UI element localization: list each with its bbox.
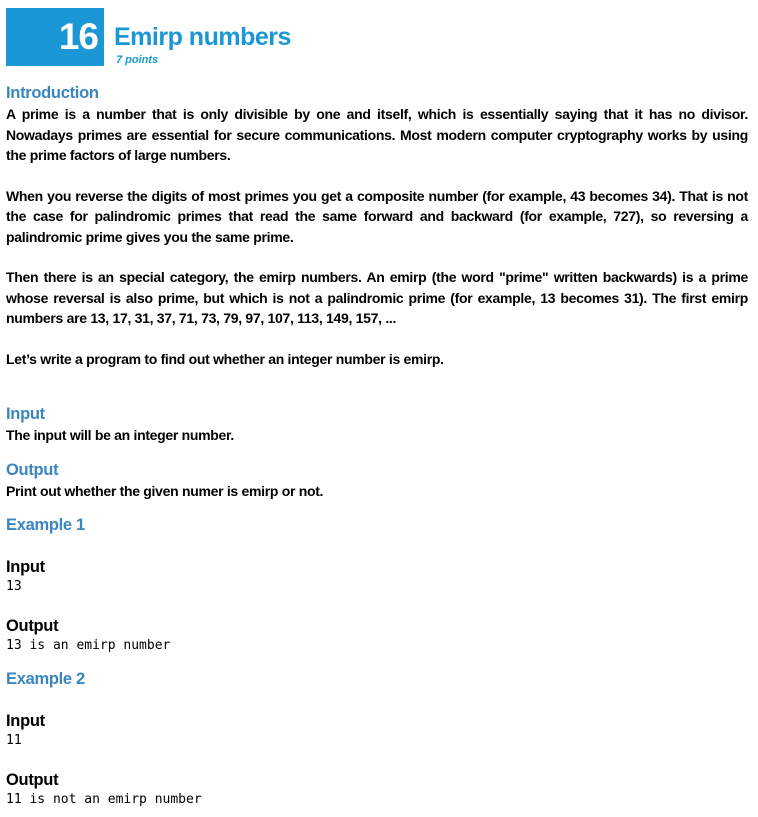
example-2-output-value: 11 is not an emirp number bbox=[6, 792, 202, 807]
problem-points: 7 points bbox=[116, 54, 159, 66]
example-2-input-label: Input bbox=[6, 712, 45, 730]
problem-number: 16 bbox=[58, 16, 99, 57]
intro-paragraph-2: When you reverse the digits of most prim… bbox=[6, 187, 748, 245]
example-1-input-label: Input bbox=[6, 558, 45, 576]
problem-title: Emirp numbers bbox=[114, 23, 291, 51]
intro-paragraph-4: Let’s write a program to find out whethe… bbox=[6, 350, 444, 367]
input-description: The input will be an integer number. bbox=[6, 427, 235, 443]
example-1-output-label: Output bbox=[6, 617, 59, 635]
example-1-heading: Example 1 bbox=[6, 516, 85, 534]
example-2-heading: Example 2 bbox=[6, 670, 85, 688]
example-1-input-value: 13 bbox=[6, 579, 22, 594]
output-description: Print out whether the given numer is emi… bbox=[6, 482, 324, 499]
intro-paragraph-1: A prime is a number that is only divisib… bbox=[6, 106, 748, 163]
introduction-heading: Introduction bbox=[6, 84, 99, 102]
problem-number-badge: 16 bbox=[6, 8, 104, 66]
problem-statement: Introduction A prime is a number that is… bbox=[6, 82, 748, 808]
example-2-output-label: Output bbox=[6, 771, 59, 789]
example-1-output-value: 13 is an emirp number bbox=[6, 638, 171, 653]
input-heading: Input bbox=[6, 405, 45, 423]
intro-paragraph-3: Then there is an special category, the e… bbox=[6, 269, 748, 326]
output-heading: Output bbox=[6, 460, 59, 479]
example-2-input-value: 11 bbox=[6, 733, 22, 748]
